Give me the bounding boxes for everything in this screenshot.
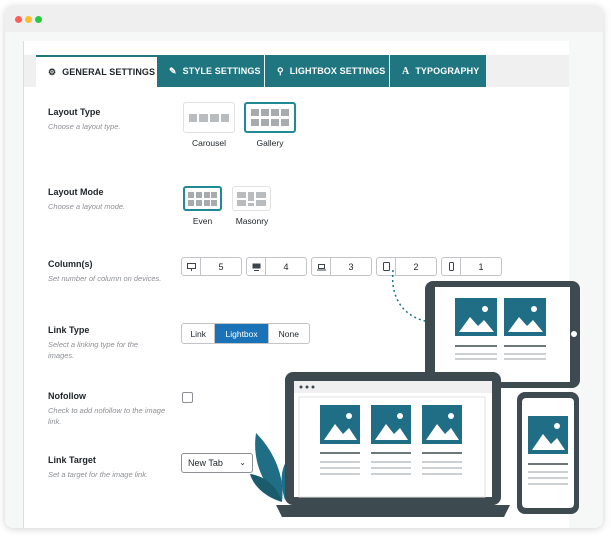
maximize-dot[interactable] [35,16,42,23]
gear-icon: ⚙ [48,66,57,77]
minimize-dot[interactable] [25,16,32,23]
desktop-icon [186,262,196,271]
even-grid-icon [188,191,217,206]
mode-caption-masonry: Masonry [235,216,269,226]
link-target-desc: Set a target for the image link. [48,470,149,479]
tab-typography[interactable]: A TYPOGRAPHY [390,55,486,87]
columns-mobile-value: 1 [478,261,484,272]
link-target-value: New Tab [188,458,223,468]
columns-laptop[interactable]: 3 [311,257,372,276]
link-type-desc: Select a linking type for the images. [48,340,139,360]
columns-monitor-value: 4 [283,261,289,272]
tablet-icon [382,262,390,271]
tab-label: GENERAL SETTINGS [62,67,156,77]
columns-label: Column(s) [48,259,93,269]
layout-caption-carousel: Carousel [191,138,227,148]
columns-desc: Set number of column on devices. [48,274,162,283]
font-icon: A [402,65,410,77]
link-target-label: Link Target [48,455,96,465]
masonry-grid-icon [237,191,266,206]
tab-label: TYPOGRAPHY [415,66,480,76]
nofollow-desc: Check to add nofollow to the image link. [48,406,166,426]
link-type-option-link[interactable]: Link [182,324,216,343]
layout-caption-gallery: Gallery [256,138,284,148]
layout-type-desc: Choose a layout type. [48,122,121,131]
columns-desktop[interactable]: 5 [181,257,242,276]
layout-mode-label: Layout Mode [48,187,104,197]
mobile-icon [448,262,454,271]
laptop-icon [316,263,326,270]
columns-desktop-value: 5 [218,261,224,272]
layout-mode-desc: Choose a layout mode. [48,202,126,211]
chevron-down-icon: ⌄ [239,458,246,467]
carousel-icon [189,113,229,122]
mode-caption-even: Even [192,216,213,226]
tab-lightbox-settings[interactable]: ⚲ LIGHTBOX SETTINGS [265,55,389,87]
columns-monitor[interactable]: 4 [246,257,307,276]
layout-option-gallery[interactable] [244,102,296,133]
title-bar [5,6,603,32]
nofollow-label: Nofollow [48,391,86,401]
help-icon[interactable]: ? [529,297,539,307]
gallery-icon [251,109,289,126]
layout-option-carousel[interactable] [183,102,235,133]
tab-label: STYLE SETTINGS [182,66,261,76]
columns-mobile[interactable]: 1 [441,257,502,276]
brush-icon: ✎ [169,65,177,76]
tab-label: LIGHTBOX SETTINGS [289,66,386,76]
tab-style-settings[interactable]: ✎ STYLE SETTINGS [157,55,264,87]
settings-panel: ⚙ GENERAL SETTINGS ✎ STYLE SETTINGS ⚲ LI… [24,41,569,528]
tab-general-settings[interactable]: ⚙ GENERAL SETTINGS [36,55,157,87]
nofollow-checkbox[interactable] [182,392,193,403]
browser-window: ⚙ GENERAL SETTINGS ✎ STYLE SETTINGS ⚲ LI… [5,6,603,528]
monitor-icon [252,263,260,271]
link-type-option-lightbox[interactable]: Lightbox [215,324,269,343]
link-type-selector: Link Lightbox None [181,323,310,344]
columns-tablet-value: 2 [413,261,419,272]
columns-tablet[interactable]: 2 [376,257,437,276]
link-type-option-none[interactable]: None [269,324,309,343]
mode-option-even[interactable] [183,186,222,211]
columns-laptop-value: 3 [348,261,354,272]
close-dot[interactable] [15,16,22,23]
link-type-label: Link Type [48,325,90,335]
layout-type-label: Layout Type [48,107,101,117]
search-icon: ⚲ [277,65,284,76]
link-target-select[interactable]: New Tab ⌄ [181,453,253,473]
mode-option-masonry[interactable] [232,186,271,211]
settings-tabs: ⚙ GENERAL SETTINGS ✎ STYLE SETTINGS ⚲ LI… [24,55,569,87]
